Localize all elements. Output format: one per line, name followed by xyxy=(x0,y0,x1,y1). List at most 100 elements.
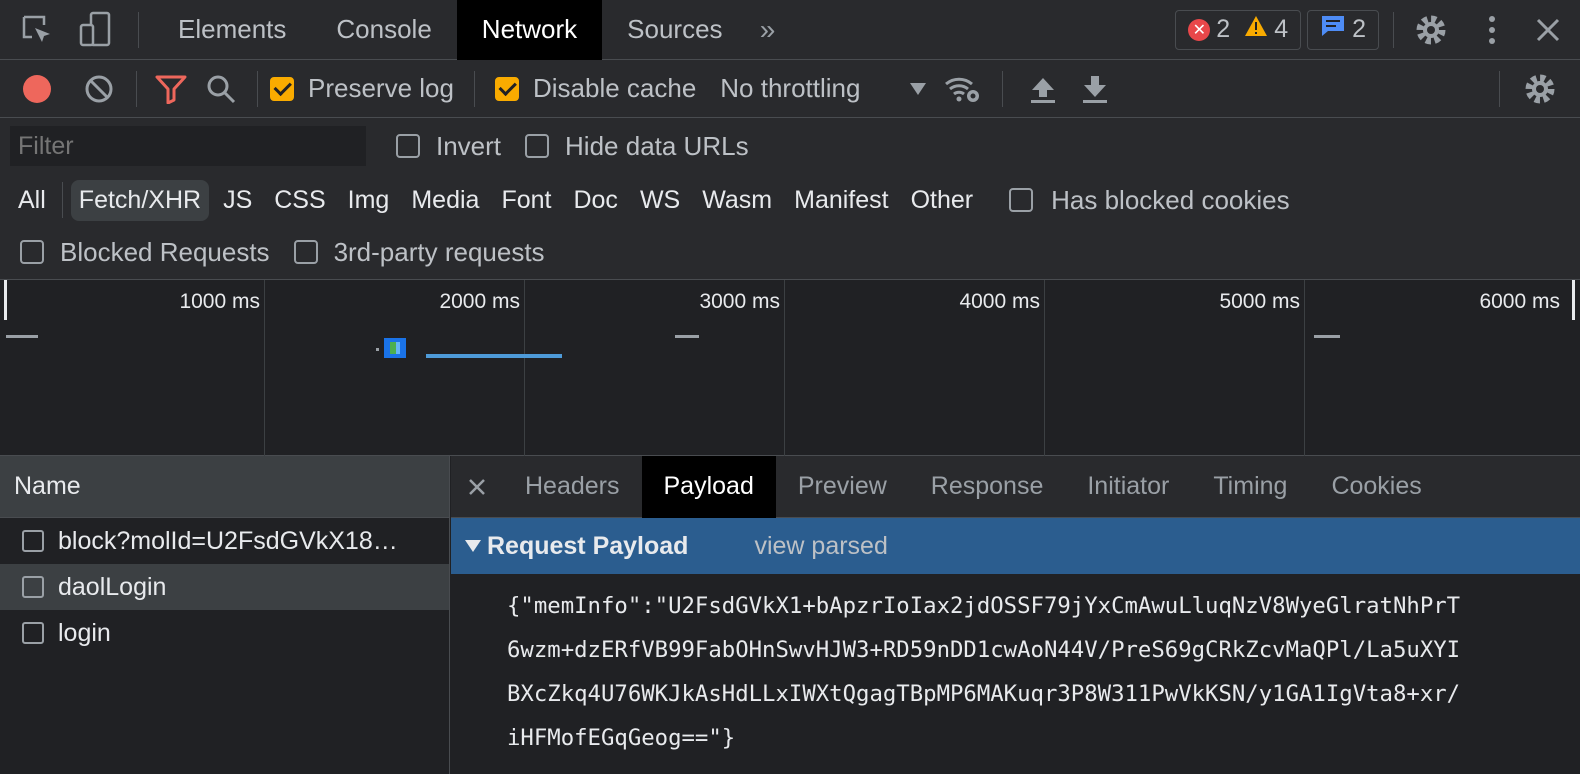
tab-response[interactable]: Response xyxy=(909,456,1066,518)
tab-cookies[interactable]: Cookies xyxy=(1309,456,1443,518)
timeline-gridline xyxy=(1044,280,1045,456)
payload-line: BXcZkq4U76WKJkAsHdLLxIWXtQgagTBpMP6MAKuq… xyxy=(507,681,1461,707)
request-row[interactable]: block?molId=U2FsdGVkX18… xyxy=(0,518,449,564)
error-count: 2 xyxy=(1216,15,1231,43)
issues-counter[interactable]: ✕ 2 4 xyxy=(1175,9,1302,50)
timeline-tick-label: 2000 ms xyxy=(439,290,520,313)
filter-icon[interactable] xyxy=(149,60,193,118)
filter-type-css[interactable]: CSS xyxy=(266,180,333,221)
network-settings-gear-icon[interactable] xyxy=(1500,60,1580,118)
has-blocked-cookies-checkbox[interactable] xyxy=(1009,188,1034,212)
request-row-checkbox[interactable] xyxy=(22,622,44,644)
tab-payload[interactable]: Payload xyxy=(641,455,776,518)
preserve-log-label: Preserve log xyxy=(308,73,454,103)
filter-type-fetch-xhr[interactable]: Fetch/XHR xyxy=(70,179,210,221)
filter-type-img[interactable]: Img xyxy=(340,180,398,221)
close-icon[interactable] xyxy=(1516,0,1580,60)
filter-input[interactable] xyxy=(10,126,366,166)
search-icon[interactable] xyxy=(193,60,249,118)
disable-cache-label: Disable cache xyxy=(532,73,697,103)
request-name: login xyxy=(58,618,111,647)
throttling-select[interactable]: No throttling xyxy=(720,73,927,104)
request-row-selected[interactable]: daolLogin xyxy=(0,564,449,610)
timeline-marker xyxy=(675,335,699,338)
message-icon xyxy=(1320,14,1346,45)
timeline-left-handle[interactable] xyxy=(4,280,7,320)
timeline-gridline xyxy=(1304,280,1305,456)
hide-data-urls-label: Hide data URLs xyxy=(565,130,749,161)
request-details-panel: Headers Payload Preview Response Initiat… xyxy=(451,455,1580,774)
third-party-requests-label: 3rd-party requests xyxy=(333,236,545,267)
expand-triangle-icon xyxy=(465,540,481,552)
timeline-tick-label: 1000 ms xyxy=(179,290,260,313)
timeline-request-bar xyxy=(426,354,562,358)
timeline-request-bar xyxy=(396,342,400,354)
timeline-tick-label: 5000 ms xyxy=(1219,290,1300,313)
timeline-tick-label: 6000 ms xyxy=(1479,290,1560,313)
invert-checkbox[interactable] xyxy=(396,134,420,158)
filter-type-media[interactable]: Media xyxy=(403,180,487,221)
request-name: block?molId=U2FsdGVkX18… xyxy=(58,526,398,555)
messages-counter[interactable]: 2 xyxy=(1307,9,1379,50)
record-icon[interactable] xyxy=(0,60,74,118)
timeline-tick-label: 4000 ms xyxy=(959,290,1040,313)
hide-data-urls-checkbox[interactable] xyxy=(525,134,550,158)
tab-console[interactable]: Console xyxy=(311,0,456,60)
tab-elements[interactable]: Elements xyxy=(153,0,311,60)
third-party-requests-checkbox[interactable] xyxy=(293,240,318,264)
filter-type-doc[interactable]: Doc xyxy=(565,180,625,221)
import-har-icon[interactable] xyxy=(1017,60,1069,118)
warning-icon xyxy=(1244,15,1268,44)
filter-type-font[interactable]: Font xyxy=(493,180,559,221)
devtools-tab-bar: Elements Console Network Sources » ✕ 2 4… xyxy=(0,0,1580,60)
payload-line: 6wzm+dzERfVB99FabOHnSwvHJW3+RD59nDD1cwAo… xyxy=(507,637,1461,663)
timeline-gridline xyxy=(264,280,265,456)
name-column-header[interactable]: Name xyxy=(0,456,449,518)
filter-type-all[interactable]: All xyxy=(10,180,54,221)
settings-gear-icon[interactable] xyxy=(1394,0,1468,60)
close-details-icon[interactable] xyxy=(451,456,503,518)
request-list: Name block?molId=U2FsdGVkX18… daolLogin … xyxy=(0,456,450,774)
request-payload-body: {"memInfo":"U2FsdGVkX1+bApzrIoIax2jdOSSF… xyxy=(451,574,1541,760)
timeline-right-handle[interactable] xyxy=(1572,280,1575,320)
tab-sources[interactable]: Sources xyxy=(602,0,747,60)
tab-headers[interactable]: Headers xyxy=(503,456,642,518)
payload-line: iHFMofEGqGeog=="} xyxy=(507,725,736,751)
filter-type-js[interactable]: JS xyxy=(215,180,260,221)
request-row[interactable]: login xyxy=(0,610,449,656)
network-conditions-icon[interactable] xyxy=(926,60,998,118)
filter-type-wasm[interactable]: Wasm xyxy=(694,180,780,221)
request-payload-section-header[interactable]: Request Payload view parsed xyxy=(451,518,1580,574)
tab-timing[interactable]: Timing xyxy=(1191,456,1309,518)
preserve-log-checkbox[interactable] xyxy=(270,76,294,101)
tab-preview[interactable]: Preview xyxy=(776,456,909,518)
filter-type-manifest[interactable]: Manifest xyxy=(786,180,896,221)
request-row-checkbox[interactable] xyxy=(22,530,44,552)
request-row-checkbox[interactable] xyxy=(22,576,44,598)
more-options-icon[interactable] xyxy=(1468,0,1516,60)
invert-label: Invert xyxy=(436,130,502,161)
timeline-marker xyxy=(6,335,38,338)
request-payload-title: Request Payload xyxy=(487,531,689,560)
blocked-requests-checkbox[interactable] xyxy=(20,240,44,264)
filter-bar: Invert Hide data URLs All Fetch/XHR JS C… xyxy=(0,118,1580,280)
request-name: daolLogin xyxy=(58,572,167,601)
timeline-marker xyxy=(1314,335,1340,338)
warning-count: 4 xyxy=(1274,15,1289,43)
tab-initiator[interactable]: Initiator xyxy=(1065,456,1191,518)
inspect-element-icon[interactable] xyxy=(0,0,74,60)
device-toolbar-icon[interactable] xyxy=(74,0,118,60)
blocked-requests-label: Blocked Requests xyxy=(60,236,270,267)
tab-network[interactable]: Network xyxy=(456,0,603,60)
clear-icon[interactable] xyxy=(74,60,124,118)
payload-line: {"memInfo":"U2FsdGVkX1+bApzrIoIax2jdOSSF… xyxy=(507,593,1461,619)
export-har-icon[interactable] xyxy=(1069,60,1121,118)
filter-type-other[interactable]: Other xyxy=(903,180,982,221)
disable-cache-checkbox[interactable] xyxy=(494,76,519,101)
network-toolbar: Preserve log Disable cache No throttling xyxy=(0,60,1580,118)
more-tabs-icon[interactable]: » xyxy=(748,0,788,60)
timeline-overview[interactable]: 1000 ms 2000 ms 3000 ms 4000 ms 5000 ms … xyxy=(0,280,1580,456)
filter-type-ws[interactable]: WS xyxy=(632,180,688,221)
view-parsed-link[interactable]: view parsed xyxy=(754,532,887,561)
timeline-request-bar xyxy=(376,348,379,351)
